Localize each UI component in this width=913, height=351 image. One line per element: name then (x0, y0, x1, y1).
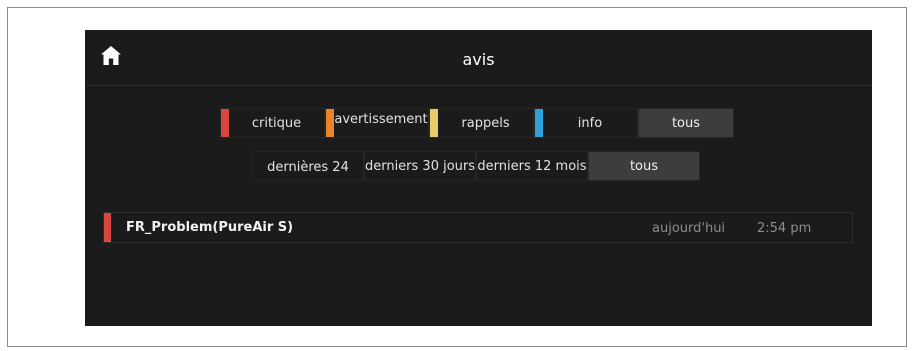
filter-last-30-days[interactable]: derniers 30 jours (364, 151, 476, 181)
filter-tous-period-label: tous (629, 158, 659, 174)
critique-color-bar (221, 109, 229, 137)
notification-severity-bar (104, 213, 111, 242)
info-color-bar (535, 109, 543, 137)
notification-time: 2:54 pm (757, 221, 812, 236)
filter-tous-severity-label: tous (671, 115, 701, 131)
app-screen: avis critique avertissement rappels info… (85, 30, 872, 326)
period-filter-bar: dernières 24 derniers 30 jours derniers … (252, 151, 700, 181)
screenshot-frame: avis critique avertissement rappels info… (7, 7, 907, 347)
filter-tous-period[interactable]: tous (588, 151, 700, 181)
filter-last-30-days-label: derniers 30 jours (364, 158, 476, 174)
rappels-color-bar (430, 109, 438, 137)
filter-rappels-label: rappels (461, 115, 510, 131)
notification-date: aujourd'hui (652, 221, 726, 236)
page-title: avis (462, 50, 495, 69)
title-bar: avis (85, 30, 872, 86)
filter-info-label: info (577, 115, 603, 131)
filter-tous-severity[interactable]: tous (638, 108, 734, 138)
filter-last-12-months-label: derniers 12 mois (477, 158, 587, 174)
filter-avertissement-label: avertissement (334, 112, 428, 127)
filter-critique-label: critique (251, 115, 302, 131)
notification-row[interactable]: FR_Problem(PureAir S) aujourd'hui 2:54 p… (103, 212, 853, 243)
filter-info[interactable]: info (534, 108, 638, 138)
filter-critique[interactable]: critique (220, 108, 325, 138)
severity-filter-bar: critique avertissement rappels info tous (220, 108, 734, 138)
avertissement-color-bar (326, 109, 334, 137)
filter-last-24-label: dernières 24 (267, 160, 349, 175)
filter-last-12-months[interactable]: derniers 12 mois (476, 151, 588, 181)
filter-avertissement[interactable]: avertissement (325, 108, 429, 138)
filter-rappels[interactable]: rappels (429, 108, 534, 138)
filter-last-24[interactable]: dernières 24 (252, 151, 364, 181)
notification-name: FR_Problem(PureAir S) (126, 220, 294, 235)
